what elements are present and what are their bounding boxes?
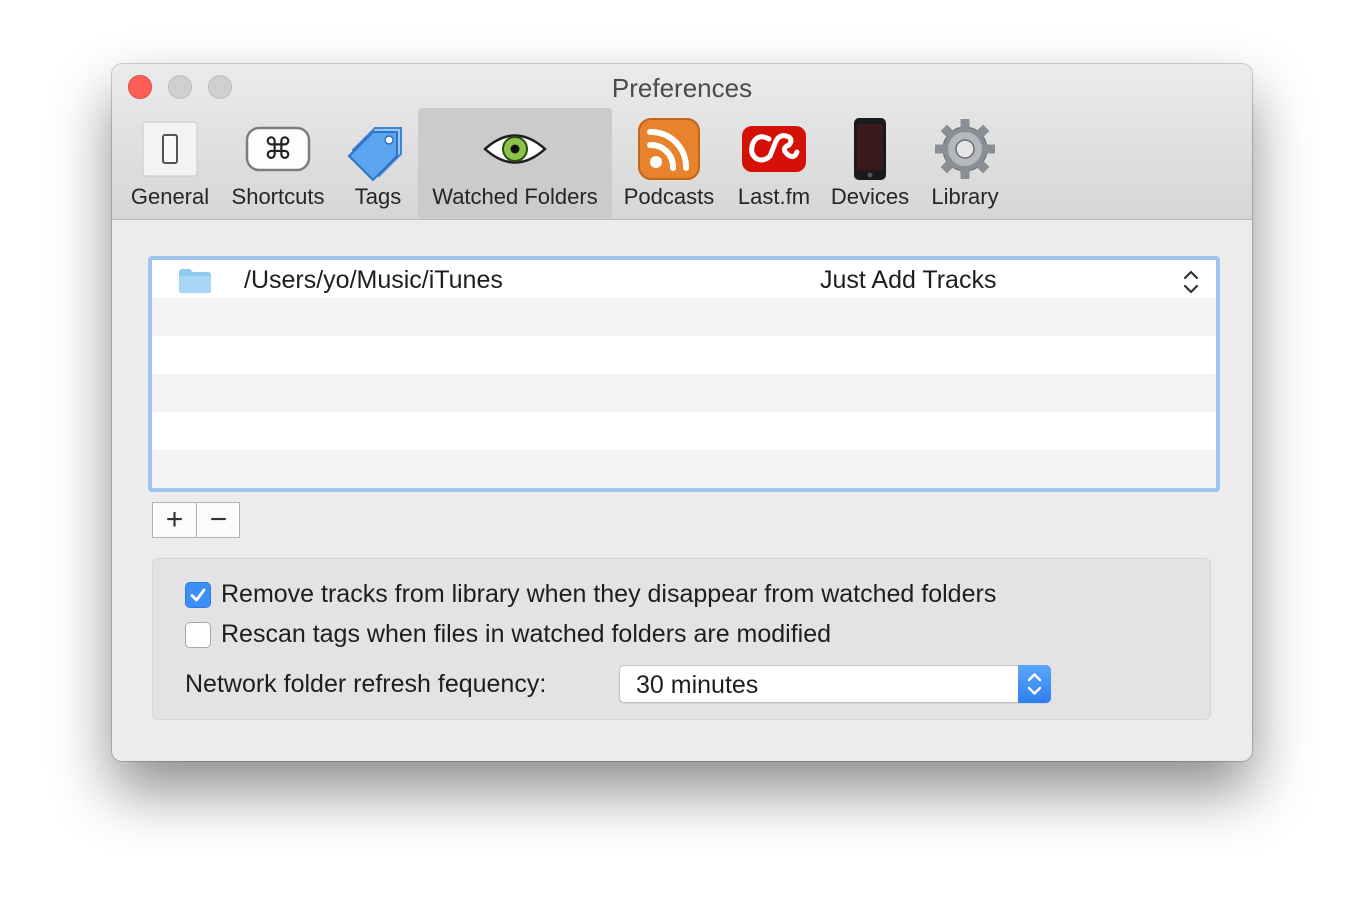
tab-library-label: Library — [931, 184, 999, 209]
select-stepper[interactable] — [1018, 665, 1051, 703]
watched-folders-table[interactable]: /Users/yo/Music/iTunes Just Add Tracks — [148, 256, 1220, 492]
titlebar: Preferences General ⌘ Shortcuts Tags Wat… — [112, 64, 1252, 220]
window-title: Preferences — [611, 73, 753, 103]
folder-action-popup[interactable]: Just Add Tracks — [820, 266, 996, 295]
refresh-frequency-label: Network folder refresh fequency: — [185, 670, 547, 698]
add-folder-button[interactable]: + — [153, 503, 197, 537]
phone-icon — [854, 118, 886, 180]
switch-icon — [142, 121, 198, 177]
empty-row — [152, 298, 1216, 336]
tab-watched-folders-label: Watched Folders — [432, 184, 598, 209]
svg-text:⌘: ⌘ — [263, 132, 293, 167]
remove-tracks-checkbox[interactable] — [185, 582, 211, 608]
empty-row — [152, 450, 1216, 488]
preferences-window: Preferences General ⌘ Shortcuts Tags Wat… — [112, 64, 1252, 761]
refresh-frequency-value: 30 minutes — [636, 671, 759, 699]
empty-row — [152, 374, 1216, 412]
empty-row — [152, 336, 1216, 374]
add-remove-control: + − — [152, 502, 240, 538]
tab-watched-folders[interactable]: Watched Folders — [418, 108, 612, 218]
options-group: Remove tracks from library when they dis… — [152, 558, 1211, 720]
tab-shortcuts-label: Shortcuts — [231, 184, 325, 209]
remove-tracks-label[interactable]: Remove tracks from library when they dis… — [221, 580, 996, 609]
tab-devices-label: Devices — [830, 184, 910, 209]
chevron-up-down-icon[interactable] — [1182, 268, 1200, 296]
tab-lastfm-label: Last.fm — [737, 184, 811, 209]
command-key-icon: ⌘ — [245, 126, 311, 172]
tab-library[interactable]: Library — [920, 108, 1010, 218]
gear-icon — [935, 119, 995, 179]
checkmark-icon — [190, 588, 206, 602]
eye-icon — [483, 134, 547, 164]
refresh-frequency-select[interactable]: 30 minutes — [619, 665, 1051, 703]
rescan-tags-checkbox[interactable] — [185, 622, 211, 648]
table-row[interactable]: /Users/yo/Music/iTunes Just Add Tracks — [152, 260, 1216, 298]
tab-tags-label: Tags — [354, 184, 402, 209]
remove-folder-button[interactable]: − — [197, 503, 240, 537]
tab-general-label: General — [130, 184, 210, 209]
tags-icon — [347, 127, 402, 182]
rescan-tags-label[interactable]: Rescan tags when files in watched folder… — [221, 620, 831, 649]
tab-podcasts-label: Podcasts — [623, 184, 715, 209]
tab-devices[interactable]: Devices — [826, 108, 914, 218]
folder-icon — [179, 269, 211, 293]
chevron-up-down-icon — [1027, 673, 1042, 695]
folder-path: /Users/yo/Music/iTunes — [244, 266, 503, 294]
tab-tags[interactable]: Tags — [340, 108, 416, 218]
tab-shortcuts[interactable]: ⌘ Shortcuts — [222, 108, 334, 218]
lastfm-icon — [742, 126, 806, 172]
tab-general[interactable]: General — [124, 108, 216, 218]
tab-lastfm[interactable]: Last.fm — [726, 108, 822, 218]
empty-row — [152, 412, 1216, 450]
rss-icon — [638, 118, 700, 180]
tab-podcasts[interactable]: Podcasts — [618, 108, 720, 218]
